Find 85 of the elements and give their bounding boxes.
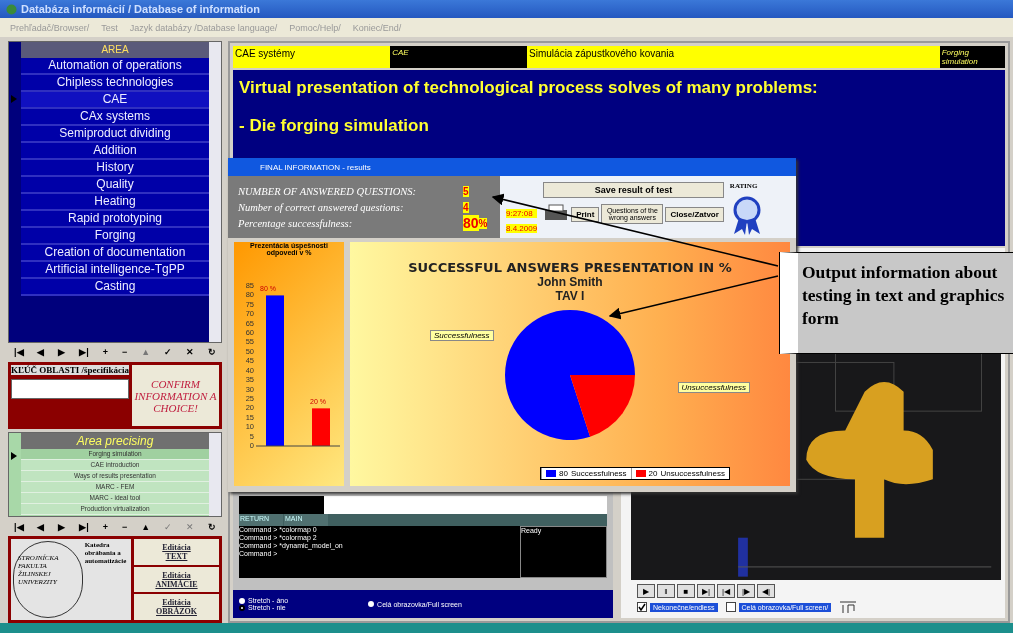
nav-button[interactable]: ◀ (37, 347, 45, 358)
nav-button[interactable]: ✕ (186, 347, 194, 358)
area-item[interactable]: History (21, 160, 209, 177)
area-item[interactable]: Artificial intelligence-TgPP (21, 262, 209, 279)
unit-text: % (478, 217, 488, 229)
checkbox[interactable] (725, 602, 736, 612)
scrollbar[interactable] (209, 433, 221, 516)
player-button[interactable]: ‖ (657, 584, 675, 598)
stat-value: 5 (463, 185, 469, 197)
area-item[interactable]: Chipless technologies (21, 75, 209, 92)
logo-icon (839, 600, 858, 614)
chart-subtitle: TAV I (555, 289, 585, 303)
key-label: KĽÚČ OBLASTI /špecifikácia (11, 364, 129, 375)
print-button[interactable]: Print (571, 206, 600, 222)
player-button[interactable]: |◀ (717, 584, 735, 598)
legend-label: Unsuccessfulness (660, 469, 725, 478)
heading: Virtual presentation of technological process solves of many problems: (239, 78, 819, 98)
app-icon (6, 3, 17, 15)
nav-button[interactable]: ↻ (207, 347, 216, 358)
area-item[interactable]: Creation of documentation (21, 245, 209, 262)
bullet-text: - Die forging simulation (239, 116, 430, 136)
player-button[interactable]: |▶ (737, 584, 755, 598)
legend-label: Successfulness (571, 469, 627, 478)
stat-label: NUMBER OF ANSWERED QUESTIONS: (238, 185, 417, 197)
nav-button[interactable]: ▶ (58, 347, 66, 358)
chart-title: SUCCESSFUL ANSWERS PRESENTATION IN % (408, 260, 732, 275)
confirm-button[interactable]: CONFIRM INFORMATION A CHOICE! (132, 364, 219, 427)
edit-button[interactable]: Editácia TEXT (134, 539, 219, 565)
edit-button[interactable]: Editácia OBRÁZOK (134, 594, 219, 620)
nav-button[interactable]: |◀ (14, 521, 24, 532)
time-text: 9:27:08 (506, 209, 538, 218)
legend-value: 80 (559, 469, 568, 478)
area-item[interactable]: Automation of operations (21, 58, 209, 75)
player-button[interactable]: ■ (677, 584, 695, 598)
stat-value: 80 (463, 215, 479, 231)
callout-text: Output information about testing in text and graphics form (780, 252, 1013, 354)
scrollbar[interactable] (209, 42, 221, 342)
close-button[interactable]: Close/Zatvor (665, 206, 724, 222)
window-title: Databáza informácií / Database of information (21, 3, 260, 15)
stat-label: Percentage successfulness: (238, 217, 354, 229)
stat-label: Number of correct answered questions: (238, 201, 405, 213)
row-pointer-icon (11, 95, 17, 103)
area-item[interactable]: Casting (21, 279, 209, 296)
nav-button[interactable]: + (102, 521, 109, 532)
dialog-title: FINAL INFORMATION - results (228, 158, 796, 176)
area-item[interactable]: Heating (21, 194, 209, 211)
legend-swatch (635, 470, 646, 477)
checkbox[interactable] (637, 602, 647, 612)
nav-button[interactable]: − (122, 521, 128, 532)
nav-button[interactable]: ↻ (207, 521, 216, 532)
slice-label: Unsuccessfulness (677, 382, 750, 393)
header-cell: Simulácia zápustkového kovania (527, 46, 940, 68)
header-cell: CAE (390, 46, 528, 68)
column-header: AREA (21, 42, 209, 58)
area-item[interactable]: Forging (21, 228, 209, 245)
column-header: Area precising (21, 433, 209, 450)
nav-button[interactable]: + (102, 347, 109, 358)
legend-swatch (546, 470, 557, 477)
area-item[interactable]: CAx systems (21, 109, 209, 126)
date-text: 8.4.2009 (506, 224, 538, 233)
slice-label: Successfulness (430, 330, 494, 341)
header-cell: Forging simulation (939, 46, 1005, 68)
nav-button[interactable]: − (122, 347, 128, 358)
chart-subtitle: John Smith (537, 275, 603, 289)
edit-button[interactable]: Editácia ANIMÁCIE (134, 566, 219, 593)
player-button[interactable]: ▶| (697, 584, 715, 598)
save-button[interactable]: Save result of test (543, 182, 724, 198)
nav-button[interactable]: ✓ (164, 347, 173, 358)
area-item[interactable]: Quality (21, 177, 209, 194)
nav-button[interactable]: ◀ (37, 521, 45, 532)
stat-value: 4 (463, 201, 469, 213)
area-item[interactable]: Addition (21, 143, 209, 160)
area-item[interactable]: Semiproduct dividing (21, 126, 209, 143)
bar (312, 408, 330, 446)
nav-button[interactable]: |◀ (14, 347, 24, 358)
player-button[interactable]: ▶ (637, 584, 655, 598)
key-field[interactable] (11, 378, 129, 399)
player-button[interactable]: ◀| (757, 584, 775, 598)
legend-value: 20 (648, 469, 658, 478)
nav-button[interactable]: ▲ (141, 521, 151, 532)
area-item[interactable]: Rapid prototyping (21, 211, 209, 228)
header-cell: CAE systémy (233, 46, 391, 68)
nav-button[interactable]: ▶| (79, 347, 89, 358)
nav-button[interactable]: ▶| (79, 521, 89, 532)
nav-button[interactable]: ▶ (58, 521, 66, 532)
